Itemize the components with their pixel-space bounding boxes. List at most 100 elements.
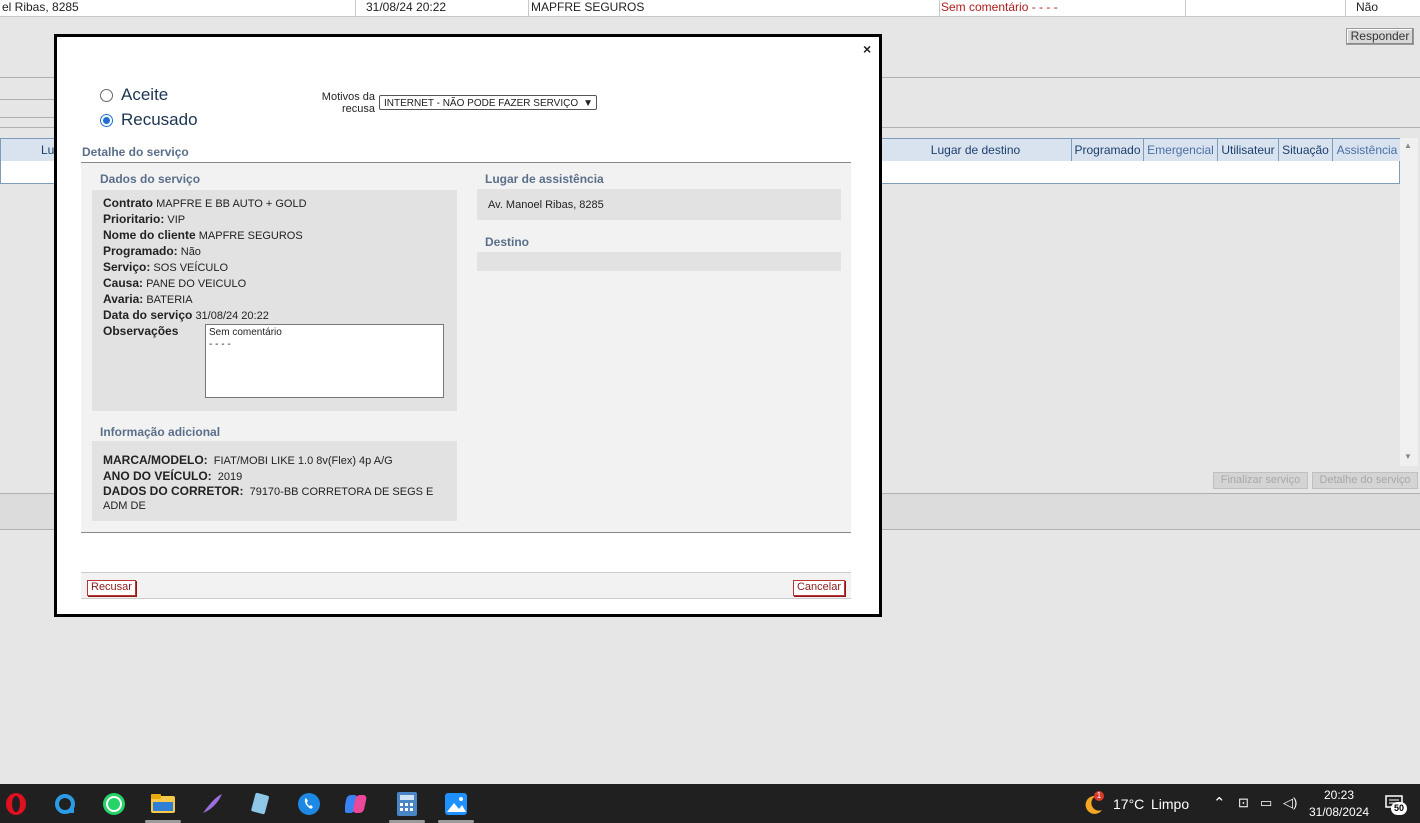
feather-icon[interactable] [199,791,225,817]
scroll-up-icon[interactable]: ▲ [1404,141,1412,150]
finalizar-servico-button[interactable]: Finalizar serviço [1213,472,1308,489]
notification-count: 50 [1391,802,1407,815]
motivos-label: Motivos da recusa [321,91,375,115]
col-lugar-destino[interactable]: Lugar de destino [879,139,1071,161]
notepad-icon[interactable] [247,791,273,817]
recusado-radio[interactable] [100,113,113,127]
contrato-field: Contrato MAPFRE E BB AUTO + GOLD [103,195,307,212]
responder-button[interactable]: Responder [1346,28,1414,45]
row-empty [1180,0,1346,16]
cliente-value: MAPFRE SEGUROS [198,230,303,242]
col-lugar[interactable]: Lug [1,139,61,161]
col-utilisateur[interactable]: Utilisateur [1217,139,1278,161]
data-value: 31/08/24 20:22 [195,310,269,322]
dados-box: Contrato MAPFRE E BB AUTO + GOLD Priorit… [92,190,457,411]
volume-icon[interactable]: ◁) [1283,795,1297,811]
col-situacao[interactable]: Situação [1278,139,1332,161]
servico-field: Serviço: SOS VEÍCULO [103,259,228,276]
marca-field: MARCA/MODELO: FIAT/MOBI LIKE 1.0 8v(Flex… [103,452,393,469]
taskbar: 1 17°C Limpo ⌃ ⊡ ▭ ◁) 20:23 31/08/2024 5… [0,784,1420,823]
close-icon[interactable]: × [863,41,871,57]
scroll-down-icon[interactable]: ▼ [1404,452,1412,461]
corretor-label: DADOS DO CORRETOR: [103,484,244,498]
row-datetime: 31/08/24 20:22 [356,0,529,16]
row-flag: Não [1356,0,1379,14]
chevron-up-icon[interactable]: ⌃ [1213,794,1226,812]
ano-field: ANO DO VEÍCULO: 2019 [103,468,242,485]
marca-value: FIAT/MOBI LIKE 1.0 8v(Flex) 4p A/G [213,455,393,467]
programado-field: Programado: Não [103,243,201,260]
contrato-value: MAPFRE E BB AUTO + GOLD [156,198,307,210]
col-assistencia[interactable]: Assistência [1332,139,1401,161]
col-emergencial[interactable]: Emergencial [1143,139,1217,161]
whatsapp-icon[interactable] [101,791,127,817]
row-comment: Sem comentário - - - - [932,0,1186,16]
phone-app-icon[interactable] [296,791,322,817]
divider [0,99,60,100]
ano-label: ANO DO VEÍCULO: [103,469,212,483]
info-title: Informação adicional [100,425,221,439]
aceite-label: Aceite [121,85,169,104]
copilot-icon[interactable] [345,791,371,817]
weather-icon[interactable]: 1 [1082,791,1104,819]
aceite-radio[interactable] [100,88,113,102]
motivos-select[interactable]: INTERNET - NÃO PODE FAZER SERVIÇO ▼ [379,95,597,110]
col-programado[interactable]: Programado [1071,139,1143,161]
observacoes-label: Observações [103,324,179,338]
observacoes-textarea[interactable]: Sem comentário - - - - [205,324,444,398]
cancelar-button[interactable]: Cancelar [792,580,845,596]
clock-time[interactable]: 20:23 [1324,788,1354,802]
data-field: Data do serviço 31/08/24 20:22 [103,307,269,324]
dados-title: Dados do serviço [100,172,201,186]
avaria-value: BATERIA [146,294,193,306]
causa-value: PANE DO VEICULO [146,278,247,290]
avaria-field: Avaria: BATERIA [103,291,193,308]
clock-date[interactable]: 31/08/2024 [1309,805,1369,819]
data-label: Data do serviço [103,308,193,322]
weather-badge: 1 [1094,791,1104,801]
weather-temperature[interactable]: 17°C [1113,796,1144,812]
option-aceite[interactable]: Aceite [100,85,168,105]
obs-line-2: - - - - [209,339,231,350]
meet-now-icon[interactable]: ⊡ [1238,795,1249,811]
ano-value: 2019 [217,471,243,483]
photos-icon[interactable] [443,791,469,817]
obs-line-1: Sem comentário [209,327,282,338]
lugar-box: Av. Manoel Ribas, 8285 [477,189,841,220]
detalhe-title: Detalhe do serviço [82,145,189,159]
causa-field: Causa: PANE DO VEICULO [103,275,246,292]
programado-value: Não [180,246,201,258]
calculator-icon[interactable] [394,791,420,817]
refusal-dialog: × Aceite Recusado Motivos da recusa INTE… [54,34,882,617]
prioritario-value: VIP [167,214,186,226]
recusado-label: Recusado [121,110,198,129]
result-row[interactable]: el Ribas, 8285 31/08/24 20:22 MAPFRE SEG… [0,0,1420,17]
recusar-button[interactable]: Recusar [87,580,136,596]
info-box: MARCA/MODELO: FIAT/MOBI LIKE 1.0 8v(Flex… [92,441,457,521]
cliente-field: Nome do cliente MAPFRE SEGUROS [103,227,303,244]
file-explorer-icon[interactable] [150,791,176,817]
option-recusado[interactable]: Recusado [100,110,198,130]
detalhe-servico-button[interactable]: Detalhe do serviço [1312,472,1418,489]
destino-box [477,252,841,271]
causa-label: Causa: [103,276,144,290]
servico-value: SOS VEÍCULO [153,262,228,274]
marca-label: MARCA/MODELO: [103,453,208,467]
notification-icon[interactable]: 50 [1385,795,1407,815]
network-icon[interactable]: ▭ [1260,795,1272,811]
app-a-icon[interactable] [52,791,78,817]
divider [0,117,60,118]
prioritario-label: Prioritario: [103,212,165,226]
chevron-down-icon: ▼ [583,98,593,109]
grid-scrollbar[interactable]: ▲ ▼ [1400,138,1418,466]
dialog-footer: Recusar Cancelar [81,572,851,599]
avaria-label: Avaria: [103,292,144,306]
programado-label: Programado: [103,244,178,258]
weather-condition[interactable]: Limpo [1151,796,1189,812]
lugar-value: Av. Manoel Ribas, 8285 [488,199,604,211]
opera-icon[interactable] [3,791,29,817]
prioritario-field: Prioritario: VIP [103,211,185,228]
detail-panel: Dados do serviço Contrato MAPFRE E BB AU… [81,162,851,533]
row-address: el Ribas, 8285 [0,0,356,16]
cliente-label: Nome do cliente [103,228,196,242]
